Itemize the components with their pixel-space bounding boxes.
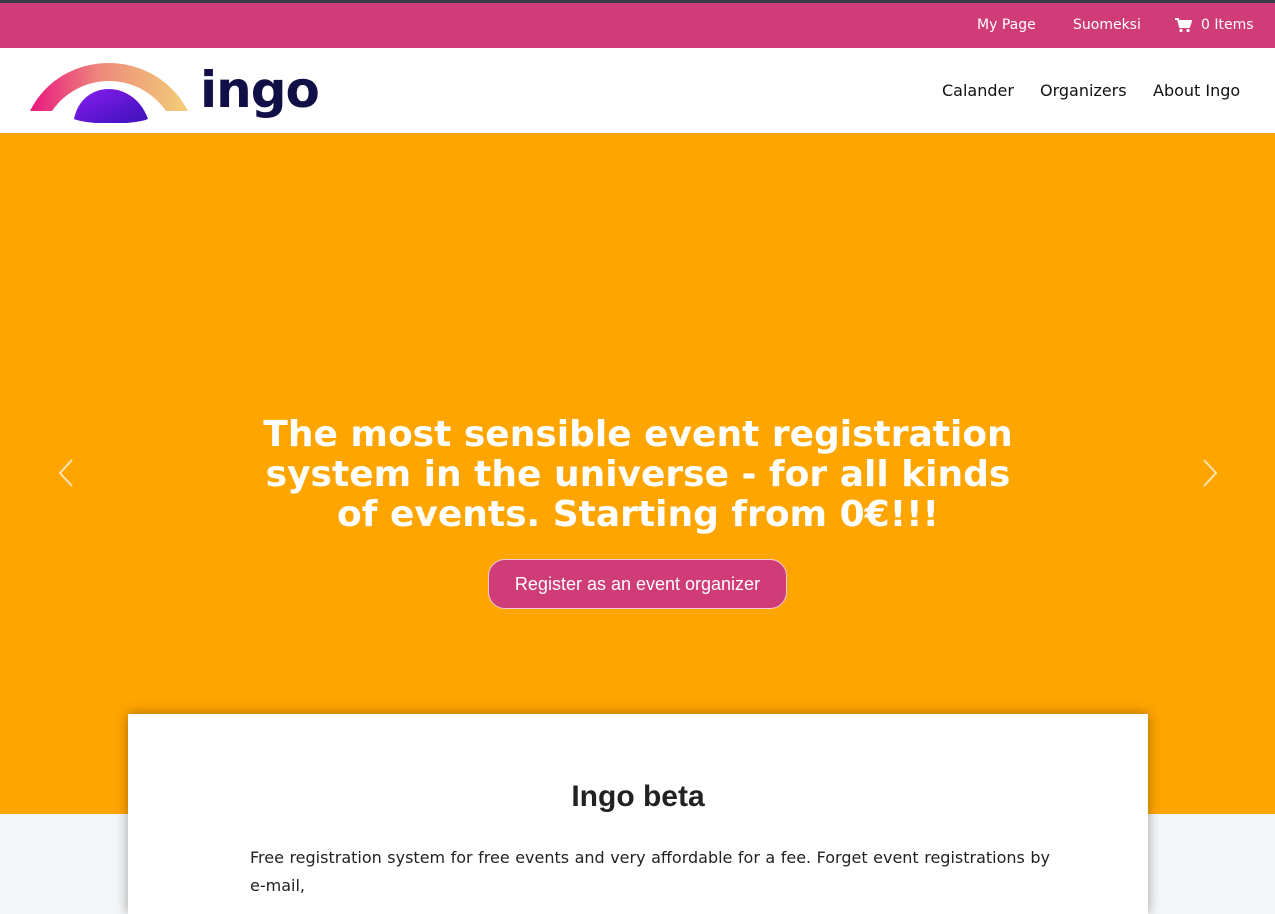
main-navbar: ingo Calander Organizers About Ingo xyxy=(0,48,1275,133)
register-organizer-button[interactable]: Register as an event organizer xyxy=(488,559,787,609)
nav-organizers[interactable]: Organizers xyxy=(1040,81,1127,100)
cart-link[interactable]: 0 Items xyxy=(1175,17,1254,33)
ingo-logo[interactable]: ingo xyxy=(30,57,320,123)
hero-title: The most sensible event registration sys… xyxy=(263,414,1013,535)
logo-wordmark: ingo xyxy=(200,61,320,119)
hero-carousel: The most sensible event registration sys… xyxy=(0,133,1275,814)
intro-text: Free registration system for free events… xyxy=(250,848,1050,895)
nav-calander[interactable]: Calander xyxy=(942,81,1014,100)
rainbow-logo-icon xyxy=(30,63,188,123)
top-utility-bar: My Page Suomeksi 0 Items xyxy=(0,3,1275,48)
cart-items-count: 0 Items xyxy=(1201,17,1254,33)
language-switch-link[interactable]: Suomeksi xyxy=(1073,17,1141,33)
intro-heading: Ingo beta xyxy=(571,780,705,813)
chevron-right-icon[interactable] xyxy=(1198,458,1222,488)
my-page-link[interactable]: My Page xyxy=(977,17,1036,33)
shopping-cart-icon xyxy=(1175,17,1192,33)
chevron-left-icon[interactable] xyxy=(54,458,78,488)
nav-about-ingo[interactable]: About Ingo xyxy=(1153,81,1240,100)
intro-card: Ingo beta Free registration system for f… xyxy=(128,714,1148,914)
